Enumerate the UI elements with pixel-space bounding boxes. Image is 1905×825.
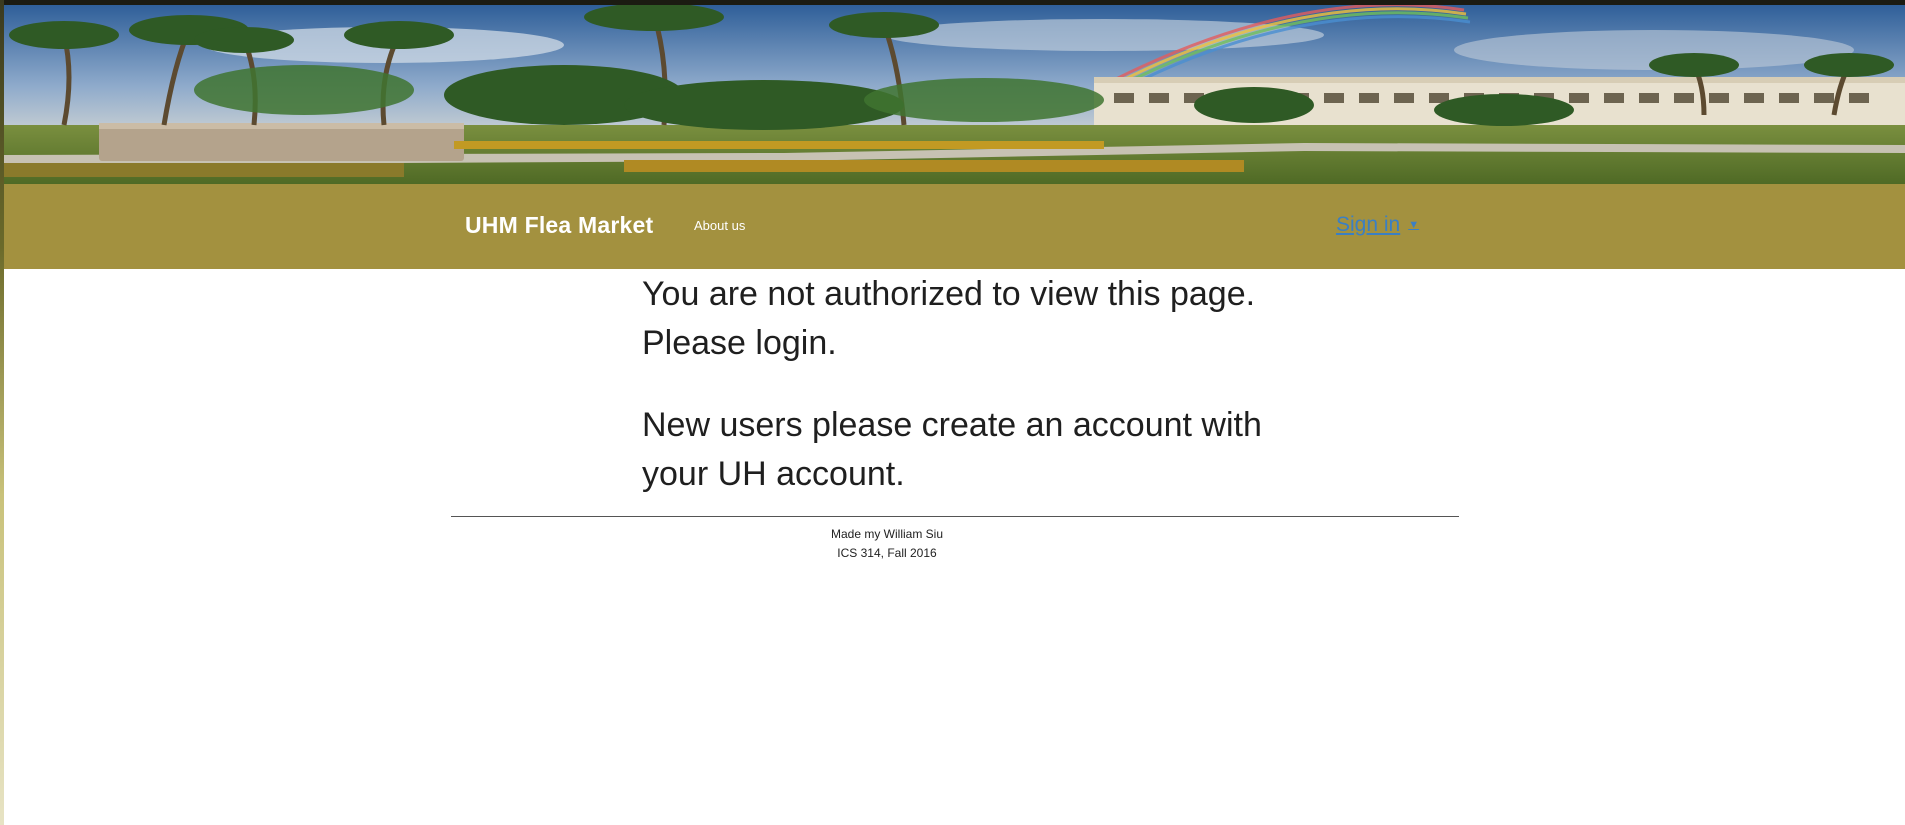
sign-in-dropdown[interactable]: Sign in ▼	[1336, 213, 1419, 237]
campus-banner-image	[4, 5, 1905, 184]
new-user-message: New users please create an account with …	[642, 406, 1262, 493]
unauthorized-message: You are not authorized to view this page…	[642, 275, 1256, 362]
brand-link[interactable]: UHM Flea Market	[465, 212, 653, 239]
footer-course: ICS 314, Fall 2016	[837, 546, 937, 560]
chevron-down-icon: ▼	[1408, 219, 1420, 231]
footer: Made my William Siu ICS 314, Fall 2016	[451, 525, 1459, 563]
main-content: You are not authorized to view this page…	[642, 270, 1262, 499]
page: UHM Flea Market About us Sign in ▼ You a…	[0, 0, 1905, 825]
nav-about-link[interactable]: About us	[694, 218, 745, 233]
navbar: UHM Flea Market About us Sign in ▼	[4, 184, 1905, 269]
footer-author: Made my William Siu	[830, 527, 944, 541]
sign-in-label: Sign in	[1336, 213, 1401, 236]
footer-divider	[451, 516, 1459, 517]
